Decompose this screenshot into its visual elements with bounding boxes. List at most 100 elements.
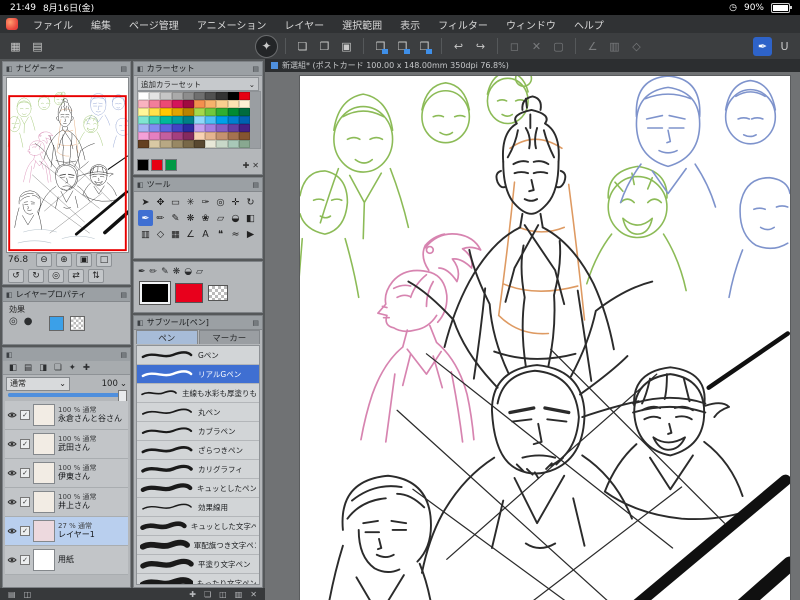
tool-button[interactable]: ▥ bbox=[138, 226, 153, 242]
menu-file[interactable]: ファイル bbox=[24, 17, 82, 32]
panel-collapse-icon[interactable]: ◧ bbox=[6, 65, 13, 73]
tool-button[interactable]: ✑ bbox=[198, 194, 213, 210]
eye-icon[interactable] bbox=[7, 556, 17, 564]
brush-row[interactable]: カブラペン bbox=[137, 422, 259, 441]
sub-tool-header[interactable]: ◧ サブツール[ペン] ▤ bbox=[134, 316, 262, 330]
palette-swatch[interactable] bbox=[227, 124, 239, 132]
menu-window[interactable]: ウィンドウ bbox=[497, 17, 565, 32]
main-color-swatch[interactable] bbox=[139, 281, 171, 305]
eye-icon[interactable] bbox=[7, 469, 17, 477]
palette-swatch[interactable] bbox=[182, 92, 194, 100]
tool-button[interactable]: ▦ bbox=[168, 226, 183, 242]
color-set-dropdown[interactable]: 追加カラーセット ⌄ bbox=[137, 77, 259, 91]
palette-swatch[interactable] bbox=[227, 108, 239, 116]
panel-menu-icon[interactable]: ▤ bbox=[120, 291, 127, 299]
palette-swatch[interactable] bbox=[193, 116, 206, 124]
delete-color-icon[interactable]: ✕ bbox=[252, 161, 259, 170]
quick-tool-icon[interactable]: ❋ bbox=[173, 267, 181, 277]
tool-button[interactable]: ✛ bbox=[228, 194, 243, 210]
layer-row[interactable]: ✓ 100 % 通常 伊東さん bbox=[5, 459, 128, 488]
zoom-out-icon[interactable]: ⊖ bbox=[36, 253, 52, 267]
layer-panel-header[interactable]: ◧ ▤ bbox=[3, 348, 130, 362]
brush-row[interactable]: カリグラフィ bbox=[137, 460, 259, 479]
export-tiff-icon[interactable]: ❒ bbox=[415, 37, 434, 56]
u-shortcut-icon[interactable]: U bbox=[775, 37, 794, 56]
tool-button[interactable]: ✎ bbox=[168, 210, 183, 226]
palette-swatch[interactable] bbox=[171, 116, 183, 124]
add-color-icon[interactable]: ✚ bbox=[243, 161, 250, 170]
menu-animation[interactable]: アニメーション bbox=[188, 17, 276, 32]
palette-swatch[interactable] bbox=[138, 124, 150, 132]
tool-button[interactable]: ✳ bbox=[183, 194, 198, 210]
palette-swatch[interactable] bbox=[216, 124, 228, 132]
palette-swatch[interactable] bbox=[138, 116, 150, 124]
palette-swatch[interactable] bbox=[216, 132, 228, 140]
palette-swatch[interactable] bbox=[160, 132, 172, 140]
menu-page[interactable]: ページ管理 bbox=[120, 17, 188, 32]
color-set-header[interactable]: ◧ カラーセット ▤ bbox=[134, 62, 262, 76]
quick-tool-icon[interactable]: ▱ bbox=[196, 267, 203, 277]
brush-row[interactable]: 平塗り文字ペン bbox=[137, 555, 259, 574]
brush-row[interactable]: 丸ペン bbox=[137, 403, 259, 422]
grid-icon[interactable]: ▥ bbox=[605, 37, 624, 56]
panel-collapse-icon[interactable]: ◧ bbox=[137, 65, 144, 73]
ruler-icon[interactable]: ∠ bbox=[583, 37, 602, 56]
brush-row[interactable]: リアルGペン bbox=[137, 365, 259, 384]
layer-panel-icon[interactable]: ◨ bbox=[39, 363, 47, 373]
palette-swatch[interactable] bbox=[238, 92, 250, 100]
layer-row[interactable]: ✓ 27 % 通常 レイヤー1 bbox=[5, 517, 128, 546]
palette-swatch[interactable] bbox=[149, 108, 161, 116]
layer-checkbox[interactable]: ✓ bbox=[20, 555, 30, 565]
quick-color-swatch[interactable] bbox=[165, 159, 177, 171]
tool-button[interactable]: A bbox=[198, 226, 213, 242]
quick-tool-icon[interactable]: ✒ bbox=[138, 267, 146, 277]
palette-swatch[interactable] bbox=[238, 132, 250, 140]
tool-button[interactable]: ≈ bbox=[228, 226, 243, 242]
rotate-right-icon[interactable]: ↻ bbox=[28, 269, 44, 283]
palette-swatch[interactable] bbox=[138, 92, 150, 100]
export-jpg-icon[interactable]: ❒ bbox=[393, 37, 412, 56]
layer-row[interactable]: ✓ 100 % 通常 武田さん bbox=[5, 430, 128, 459]
palette-swatch[interactable] bbox=[171, 100, 183, 108]
palette-swatch[interactable] bbox=[138, 108, 150, 116]
layer-checkbox[interactable]: ✓ bbox=[20, 410, 30, 420]
palette-swatch[interactable] bbox=[149, 124, 161, 132]
palette-swatch[interactable] bbox=[138, 140, 150, 148]
actual-size-icon[interactable]: □ bbox=[96, 253, 112, 267]
dock-toggle-icon[interactable]: ▤ bbox=[8, 590, 16, 599]
brush-row[interactable]: 主線も水彩も厚塗りも一本でや bbox=[137, 384, 259, 403]
brush-row[interactable]: ざらつきペン bbox=[137, 441, 259, 460]
layer-checkbox[interactable]: ✓ bbox=[20, 468, 30, 478]
zoom-in-icon[interactable]: ⊕ bbox=[56, 253, 72, 267]
layer-thumbnail[interactable] bbox=[33, 404, 55, 426]
palette-swatch[interactable] bbox=[238, 100, 250, 108]
pen-shortcut-icon[interactable]: ✒ bbox=[753, 36, 772, 56]
layer-thumbnail[interactable] bbox=[33, 549, 55, 571]
tool-button[interactable]: ✒ bbox=[138, 210, 153, 226]
brush-row[interactable]: Gペン bbox=[137, 346, 259, 365]
layer-thumbnail[interactable] bbox=[33, 491, 55, 513]
selection-icon[interactable]: ◻ bbox=[505, 37, 524, 56]
effect-icon[interactable]: ● bbox=[24, 316, 33, 327]
tool-button[interactable]: ◎ bbox=[213, 194, 228, 210]
save-file-icon[interactable]: ▣ bbox=[337, 37, 356, 56]
quick-tool-icon[interactable]: ✎ bbox=[161, 267, 169, 277]
navigator-thumbnail[interactable] bbox=[6, 77, 129, 253]
layer-row[interactable]: ✓ 100 % 通常 井上さん bbox=[5, 488, 128, 517]
tone-pattern-swatch[interactable] bbox=[70, 316, 85, 331]
opacity-slider[interactable] bbox=[8, 390, 127, 402]
palette-swatch[interactable] bbox=[227, 140, 239, 148]
menu-filter[interactable]: フィルター bbox=[429, 17, 497, 32]
palette-swatch[interactable] bbox=[149, 116, 161, 124]
palette-swatch[interactable] bbox=[227, 116, 239, 124]
menu-view[interactable]: 表示 bbox=[391, 17, 429, 32]
palette-swatch[interactable] bbox=[193, 92, 206, 100]
palette-swatch[interactable] bbox=[227, 92, 239, 100]
tab-marker[interactable]: マーカー bbox=[198, 330, 260, 344]
menu-help[interactable]: ヘルプ bbox=[565, 17, 613, 32]
panel-collapse-icon[interactable]: ◧ bbox=[6, 351, 13, 359]
palette-swatch[interactable] bbox=[216, 92, 228, 100]
tool-button[interactable]: ▱ bbox=[213, 210, 228, 226]
palette-swatch[interactable] bbox=[160, 124, 172, 132]
panel-menu-icon[interactable]: ▤ bbox=[252, 65, 259, 73]
